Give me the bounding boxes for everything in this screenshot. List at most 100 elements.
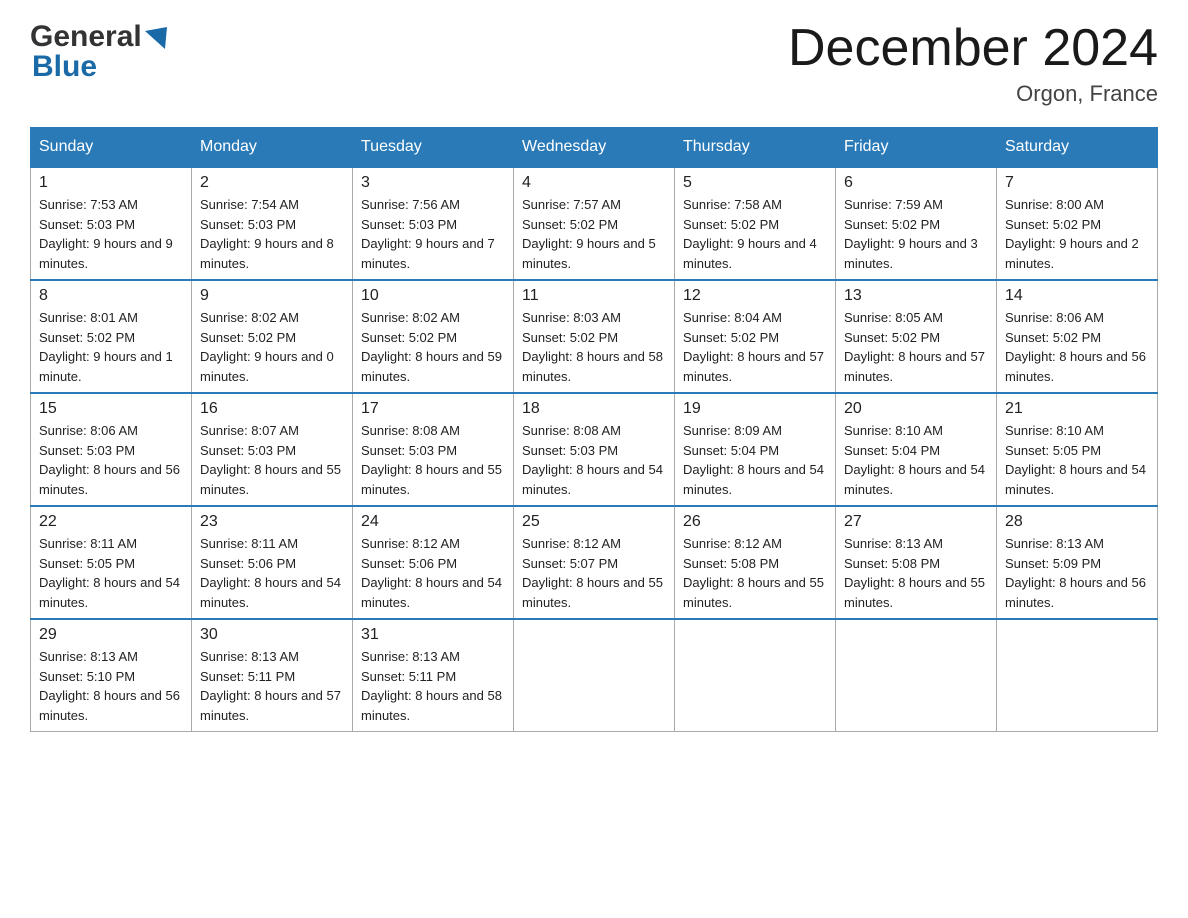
day-number: 27: [844, 513, 988, 531]
calendar-cell: 9 Sunrise: 8:02 AMSunset: 5:02 PMDaylight…: [192, 280, 353, 393]
day-info: Sunrise: 7:57 AMSunset: 5:02 PMDaylight:…: [522, 195, 666, 273]
calendar-cell: 8Sunrise: 8:01 AMSunset: 5:02 PMDaylight…: [31, 280, 192, 393]
month-title: December 2024: [788, 20, 1158, 77]
calendar-cell: 1 Sunrise: 7:53 AMSunset: 5:03 PMDaylight…: [31, 167, 192, 280]
day-number: 31: [361, 626, 505, 644]
calendar-cell: 6 Sunrise: 7:59 AMSunset: 5:02 PMDaylight…: [836, 167, 997, 280]
calendar-table: Sunday Monday Tuesday Wednesday Thursday…: [30, 127, 1158, 732]
day-info: Sunrise: 8:11 AMSunset: 5:05 PMDaylight:…: [39, 534, 183, 612]
day-number: 24: [361, 513, 505, 531]
page-header: General Blue December 2024 Orgon, France: [30, 20, 1158, 107]
calendar-week-row: 15Sunrise: 8:06 AMSunset: 5:03 PMDayligh…: [31, 393, 1158, 506]
calendar-cell: [514, 619, 675, 732]
day-number: 4: [522, 174, 666, 192]
calendar-cell: 11 Sunrise: 8:03 AMSunset: 5:02 PMDayligh…: [514, 280, 675, 393]
day-info: Sunrise: 8:13 AMSunset: 5:08 PMDaylight:…: [844, 534, 988, 612]
day-info: Sunrise: 8:08 AMSunset: 5:03 PMDaylight:…: [522, 421, 666, 499]
col-monday: Monday: [192, 128, 353, 168]
calendar-cell: 27 Sunrise: 8:13 AMSunset: 5:08 PMDayligh…: [836, 506, 997, 619]
calendar-cell: 16Sunrise: 8:07 AMSunset: 5:03 PMDayligh…: [192, 393, 353, 506]
day-info: Sunrise: 8:13 AMSunset: 5:09 PMDaylight:…: [1005, 534, 1149, 612]
calendar-cell: 14 Sunrise: 8:06 AMSunset: 5:02 PMDayligh…: [997, 280, 1158, 393]
col-friday: Friday: [836, 128, 997, 168]
day-info: Sunrise: 8:03 AMSunset: 5:02 PMDaylight:…: [522, 308, 666, 386]
calendar-cell: 31 Sunrise: 8:13 AMSunset: 5:11 PMDayligh…: [353, 619, 514, 732]
calendar-week-row: 1 Sunrise: 7:53 AMSunset: 5:03 PMDaylight…: [31, 167, 1158, 280]
day-number: 12: [683, 287, 827, 305]
header-row: Sunday Monday Tuesday Wednesday Thursday…: [31, 128, 1158, 168]
day-number: 15: [39, 400, 183, 418]
day-info: Sunrise: 8:13 AMSunset: 5:11 PMDaylight:…: [200, 647, 344, 725]
day-number: 25: [522, 513, 666, 531]
day-info: Sunrise: 8:10 AMSunset: 5:05 PMDaylight:…: [1005, 421, 1149, 499]
day-number: 16: [200, 400, 344, 418]
day-info: Sunrise: 8:05 AMSunset: 5:02 PMDaylight:…: [844, 308, 988, 386]
calendar-cell: 17 Sunrise: 8:08 AMSunset: 5:03 PMDayligh…: [353, 393, 514, 506]
day-info: Sunrise: 8:04 AMSunset: 5:02 PMDaylight:…: [683, 308, 827, 386]
calendar-cell: 18 Sunrise: 8:08 AMSunset: 5:03 PMDayligh…: [514, 393, 675, 506]
calendar-cell: 2Sunrise: 7:54 AMSunset: 5:03 PMDaylight…: [192, 167, 353, 280]
day-info: Sunrise: 8:06 AMSunset: 5:02 PMDaylight:…: [1005, 308, 1149, 386]
calendar-week-row: 22Sunrise: 8:11 AMSunset: 5:05 PMDayligh…: [31, 506, 1158, 619]
calendar-cell: 19 Sunrise: 8:09 AMSunset: 5:04 PMDayligh…: [675, 393, 836, 506]
day-number: 28: [1005, 513, 1149, 531]
day-number: 13: [844, 287, 988, 305]
day-info: Sunrise: 8:11 AMSunset: 5:06 PMDaylight:…: [200, 534, 344, 612]
logo-triangle-icon: [145, 27, 167, 49]
calendar-cell: [836, 619, 997, 732]
day-info: Sunrise: 8:09 AMSunset: 5:04 PMDaylight:…: [683, 421, 827, 499]
day-info: Sunrise: 8:12 AMSunset: 5:07 PMDaylight:…: [522, 534, 666, 612]
day-number: 3: [361, 174, 505, 192]
day-number: 30: [200, 626, 344, 644]
day-number: 8: [39, 287, 183, 305]
day-number: 10: [361, 287, 505, 305]
day-number: 23: [200, 513, 344, 531]
day-number: 26: [683, 513, 827, 531]
day-info: Sunrise: 8:12 AMSunset: 5:08 PMDaylight:…: [683, 534, 827, 612]
day-info: Sunrise: 7:56 AMSunset: 5:03 PMDaylight:…: [361, 195, 505, 273]
day-number: 1: [39, 174, 183, 192]
calendar-cell: 29Sunrise: 8:13 AMSunset: 5:10 PMDayligh…: [31, 619, 192, 732]
day-number: 14: [1005, 287, 1149, 305]
calendar-cell: 25 Sunrise: 8:12 AMSunset: 5:07 PMDayligh…: [514, 506, 675, 619]
day-info: Sunrise: 7:58 AMSunset: 5:02 PMDaylight:…: [683, 195, 827, 273]
calendar-cell: 30 Sunrise: 8:13 AMSunset: 5:11 PMDayligh…: [192, 619, 353, 732]
day-info: Sunrise: 8:08 AMSunset: 5:03 PMDaylight:…: [361, 421, 505, 499]
day-number: 18: [522, 400, 666, 418]
day-info: Sunrise: 8:02 AMSunset: 5:02 PMDaylight:…: [200, 308, 344, 386]
logo-general-text: General: [30, 20, 142, 54]
day-number: 20: [844, 400, 988, 418]
logo: General Blue: [30, 20, 167, 84]
day-info: Sunrise: 7:53 AMSunset: 5:03 PMDaylight:…: [39, 195, 183, 273]
day-info: Sunrise: 8:00 AMSunset: 5:02 PMDaylight:…: [1005, 195, 1149, 273]
day-number: 11: [522, 287, 666, 305]
day-info: Sunrise: 8:02 AMSunset: 5:02 PMDaylight:…: [361, 308, 505, 386]
calendar-cell: [997, 619, 1158, 732]
day-info: Sunrise: 8:13 AMSunset: 5:11 PMDaylight:…: [361, 647, 505, 725]
calendar-week-row: 8Sunrise: 8:01 AMSunset: 5:02 PMDaylight…: [31, 280, 1158, 393]
calendar-cell: 5Sunrise: 7:58 AMSunset: 5:02 PMDaylight…: [675, 167, 836, 280]
day-number: 21: [1005, 400, 1149, 418]
calendar-cell: 7Sunrise: 8:00 AMSunset: 5:02 PMDaylight…: [997, 167, 1158, 280]
calendar-cell: 12 Sunrise: 8:04 AMSunset: 5:02 PMDayligh…: [675, 280, 836, 393]
calendar-cell: 15Sunrise: 8:06 AMSunset: 5:03 PMDayligh…: [31, 393, 192, 506]
col-saturday: Saturday: [997, 128, 1158, 168]
day-info: Sunrise: 7:59 AMSunset: 5:02 PMDaylight:…: [844, 195, 988, 273]
day-number: 19: [683, 400, 827, 418]
location-subtitle: Orgon, France: [788, 81, 1158, 107]
calendar-cell: 24Sunrise: 8:12 AMSunset: 5:06 PMDayligh…: [353, 506, 514, 619]
day-number: 6: [844, 174, 988, 192]
calendar-cell: 22Sunrise: 8:11 AMSunset: 5:05 PMDayligh…: [31, 506, 192, 619]
calendar-cell: 21 Sunrise: 8:10 AMSunset: 5:05 PMDayligh…: [997, 393, 1158, 506]
calendar-cell: 20Sunrise: 8:10 AMSunset: 5:04 PMDayligh…: [836, 393, 997, 506]
col-tuesday: Tuesday: [353, 128, 514, 168]
calendar-week-row: 29Sunrise: 8:13 AMSunset: 5:10 PMDayligh…: [31, 619, 1158, 732]
day-number: 9: [200, 287, 344, 305]
day-number: 17: [361, 400, 505, 418]
day-info: Sunrise: 8:13 AMSunset: 5:10 PMDaylight:…: [39, 647, 183, 725]
calendar-cell: 10 Sunrise: 8:02 AMSunset: 5:02 PMDayligh…: [353, 280, 514, 393]
day-info: Sunrise: 7:54 AMSunset: 5:03 PMDaylight:…: [200, 195, 344, 273]
logo-blue-text: Blue: [32, 50, 97, 84]
title-section: December 2024 Orgon, France: [788, 20, 1158, 107]
calendar-cell: 4 Sunrise: 7:57 AMSunset: 5:02 PMDaylight…: [514, 167, 675, 280]
